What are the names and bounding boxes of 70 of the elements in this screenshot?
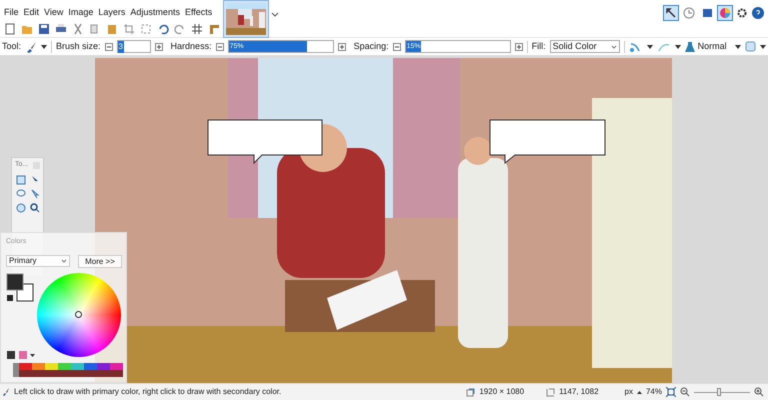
dropdown-caret-icon[interactable]	[760, 44, 766, 50]
tool-label: Tool:	[2, 40, 22, 53]
crop-icon[interactable]	[123, 23, 135, 36]
menu-item[interactable]: Adjustments	[130, 6, 180, 20]
image-size-icon[interactable]	[466, 388, 476, 396]
fill-label: Fill:	[532, 40, 546, 53]
dropdown-caret-icon[interactable]	[734, 44, 741, 50]
undo-icon[interactable]	[157, 23, 169, 36]
save-icon[interactable]	[38, 23, 50, 36]
menu-item[interactable]: Image	[68, 6, 94, 20]
cursor-position: 1147, 1082	[559, 386, 599, 398]
plus-icon[interactable]	[338, 42, 346, 50]
zoom-level[interactable]: 74%	[646, 386, 662, 398]
tools-toggle-icon[interactable]	[664, 6, 678, 20]
primary-secondary-swatch-icon[interactable]	[6, 273, 34, 303]
brush-size-field[interactable]: 3	[116, 40, 151, 53]
minus-icon[interactable]	[392, 42, 401, 50]
zoom-to-window-icon[interactable]	[666, 387, 676, 397]
deselect-icon[interactable]	[140, 23, 152, 36]
dropdown-caret-icon[interactable]	[674, 44, 681, 50]
chevron-down-icon[interactable]	[61, 258, 67, 264]
plus-icon[interactable]	[154, 42, 163, 50]
zoom-in-icon[interactable]	[754, 387, 764, 397]
menu-item[interactable]: View	[44, 6, 64, 20]
history-toggle-icon[interactable]	[682, 6, 696, 20]
help-icon[interactable]	[752, 7, 764, 19]
minus-icon[interactable]	[216, 42, 224, 50]
dropdown-caret-icon[interactable]	[271, 10, 279, 18]
image-size: 1920 × 1080	[479, 386, 524, 398]
fill-dropdown[interactable]: Solid Color	[550, 40, 620, 53]
menu-item[interactable]: Effects	[184, 6, 212, 20]
dropdown-caret-icon[interactable]	[636, 390, 642, 394]
paintbrush-icon[interactable]	[25, 40, 38, 52]
unit-dropdown[interactable]: px	[624, 386, 633, 398]
color-picker-handle[interactable]	[75, 311, 82, 318]
dropdown-caret-icon[interactable]	[646, 44, 653, 50]
color-target-dropdown[interactable]: Primary	[6, 255, 70, 267]
chevron-down-icon[interactable]	[610, 44, 617, 50]
colors-toggle-icon[interactable]	[718, 6, 732, 20]
menu-item[interactable]: Layers	[98, 6, 126, 20]
zoom-icon[interactable]	[30, 203, 40, 213]
menu-item[interactable]: File	[4, 6, 19, 20]
hardness-label: Hardness:	[170, 40, 212, 53]
blend-mode-dropdown[interactable]: Normal	[684, 40, 741, 54]
paintbrush-icon[interactable]	[2, 388, 10, 396]
cursor-position-icon[interactable]	[546, 388, 556, 396]
more-button[interactable]: More >>	[78, 255, 122, 268]
plus-icon[interactable]	[514, 42, 523, 50]
settings-icon[interactable]	[736, 7, 748, 19]
pointer-icon[interactable]	[30, 189, 40, 199]
minus-icon[interactable]	[104, 42, 113, 50]
status-hint: Left click to draw with primary color, right click to draw with secondary color.	[14, 386, 282, 398]
menu-item[interactable]: Edit	[24, 6, 40, 20]
redo-icon[interactable]	[174, 23, 186, 36]
color-palette-strip[interactable]	[13, 363, 123, 377]
layers-toggle-icon[interactable]	[700, 6, 714, 20]
lasso-icon[interactable]	[16, 189, 26, 199]
spacing-label: Spacing:	[354, 40, 389, 53]
zoom-slider[interactable]	[694, 388, 750, 396]
new-file-icon[interactable]	[4, 23, 16, 36]
dropdown-caret-icon[interactable]	[41, 44, 48, 50]
ellipse-select-icon[interactable]	[16, 203, 26, 213]
brush-size-label: Brush size:	[56, 40, 101, 53]
ruler-icon[interactable]	[208, 23, 220, 36]
selection-mode-icon[interactable]	[744, 41, 756, 52]
zoom-out-icon[interactable]	[680, 387, 690, 397]
cut-icon[interactable]	[72, 23, 84, 36]
grid-icon[interactable]	[191, 23, 203, 36]
flask-icon[interactable]	[684, 40, 695, 52]
rectangle-select-icon[interactable]	[16, 175, 26, 185]
